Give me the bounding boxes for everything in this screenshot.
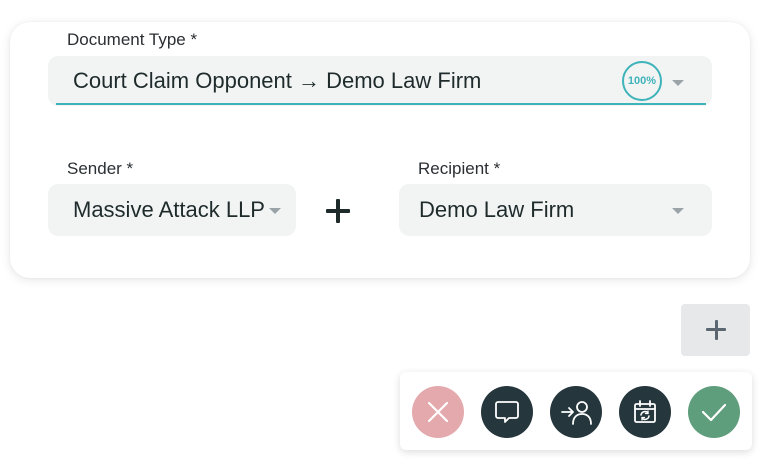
reschedule-button[interactable] [619, 386, 671, 438]
action-toolbar [400, 372, 752, 450]
chevron-down-icon [269, 208, 281, 214]
document-type-label: Document Type * [67, 30, 198, 49]
close-icon [427, 401, 449, 423]
chevron-down-icon [672, 80, 684, 86]
assign-button[interactable] [550, 386, 602, 438]
recipient-value: Demo Law Firm [419, 197, 575, 222]
approve-button[interactable] [688, 386, 740, 438]
chevron-down-icon [672, 208, 684, 214]
document-type-select[interactable]: Court Claim Opponent → Demo Law Firm 100… [48, 56, 712, 106]
sender-select[interactable]: Massive Attack LLP [48, 184, 296, 236]
add-party-icon[interactable] [326, 198, 352, 224]
recipient-label: Recipient * [418, 159, 501, 178]
sender-value: Massive Attack LLP [73, 197, 265, 222]
document-form-card: Document Type * Court Claim Opponent → D… [10, 22, 750, 278]
assign-user-icon [561, 401, 592, 425]
comment-button[interactable] [481, 386, 533, 438]
document-type-value: Court Claim Opponent → Demo Law Firm [73, 68, 482, 93]
confidence-badge: 100% [622, 61, 662, 101]
check-icon [701, 403, 727, 422]
speech-bubble-icon [495, 401, 519, 423]
recipient-select[interactable]: Demo Law Firm [399, 184, 712, 236]
reject-button[interactable] [412, 386, 464, 438]
document-type-underline [56, 103, 706, 105]
add-button[interactable] [681, 304, 750, 356]
calendar-refresh-icon [634, 400, 656, 423]
sender-label: Sender * [67, 159, 134, 178]
